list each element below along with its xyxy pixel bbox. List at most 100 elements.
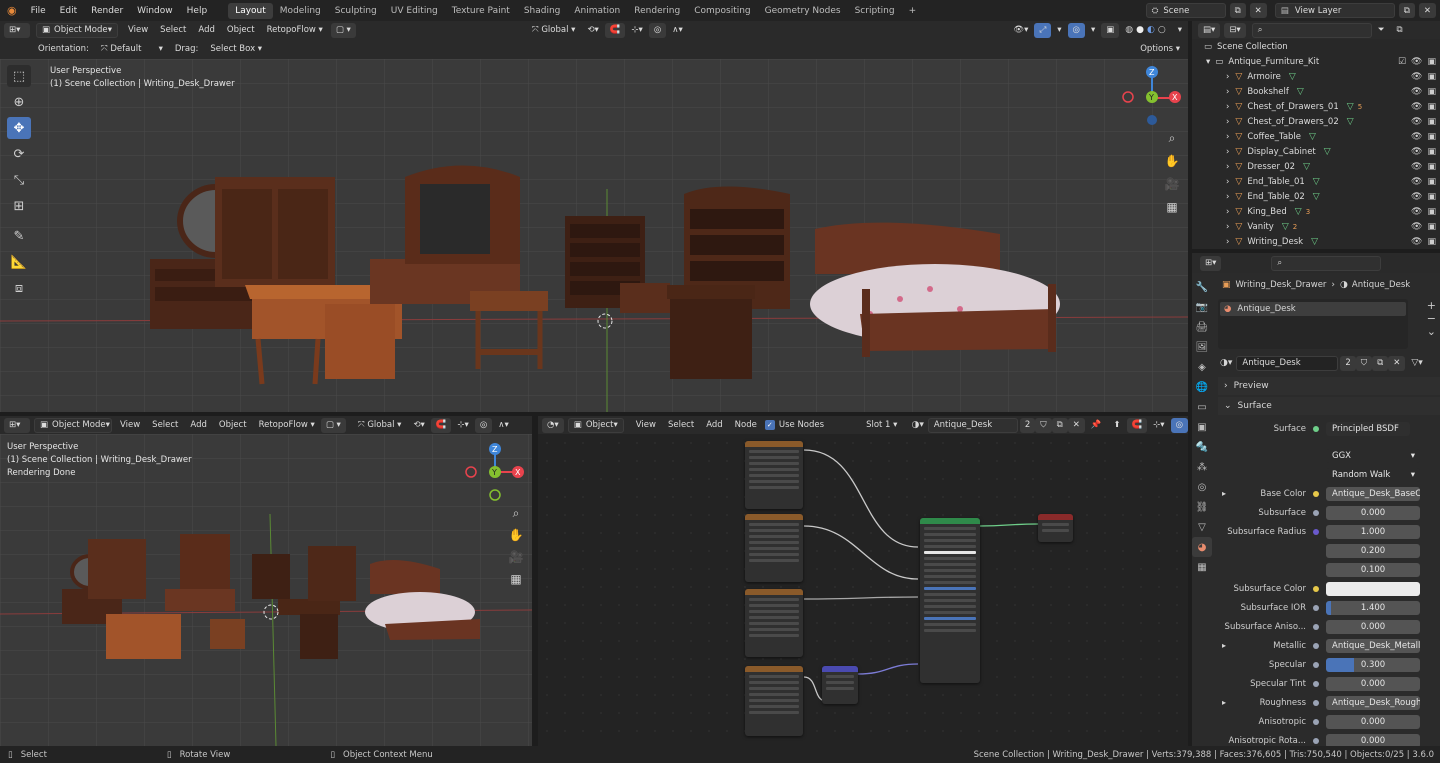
input-socket-icon[interactable] <box>1313 642 1319 649</box>
camera-render-icon[interactable]: ▣ <box>1427 117 1436 127</box>
remove-slot-icon[interactable]: − <box>1427 312 1436 325</box>
expand-arrow-icon[interactable]: › <box>1226 102 1229 112</box>
rotate-tool-icon[interactable]: ⟳ <box>7 143 31 165</box>
rendered-shading-icon[interactable]: ○ <box>1158 25 1166 35</box>
linked-texture-field[interactable]: Antique_Desk_BaseCol... <box>1326 486 1420 501</box>
tab-scripting[interactable]: Scripting <box>848 3 902 19</box>
add-cube-tool-icon[interactable]: ⧈ <box>7 277 31 299</box>
roughness-texture-node[interactable] <box>745 589 803 657</box>
bottom-proportional-icon[interactable]: ◎ <box>474 417 493 433</box>
use-nodes-toggle[interactable]: ✓ Use Nodes <box>764 420 830 430</box>
outliner-item[interactable]: › ▽ Coffee_Table ▽ 👁 ▣ <box>1192 129 1440 144</box>
bottom-snap-icon[interactable]: 🧲 <box>430 417 452 433</box>
surface-shader-field[interactable]: Principled BSDF <box>1326 421 1410 436</box>
material-slot-item[interactable]: ◕ Antique_Desk <box>1220 302 1406 316</box>
parent-node-tree-icon[interactable]: ⬆ <box>1107 420 1126 430</box>
proportional-edit-icon[interactable]: ◎ <box>648 22 667 38</box>
input-socket-icon[interactable] <box>1313 509 1319 516</box>
modifier-tab-icon[interactable]: 🔩 <box>1192 437 1212 457</box>
camera-render-icon[interactable]: ▣ <box>1427 132 1436 142</box>
zoom-icon[interactable]: ⌕ <box>1163 129 1181 147</box>
bottom-snap-settings-icon[interactable]: ⊹▾ <box>451 420 474 430</box>
tab-animation[interactable]: Animation <box>567 3 627 19</box>
node-menu-view[interactable]: View <box>630 420 662 430</box>
physics-tab-icon[interactable]: ◎ <box>1192 477 1212 497</box>
top-menu-object[interactable]: Object <box>221 25 261 35</box>
expand-arrow-icon[interactable]: › <box>1226 87 1229 97</box>
eye-icon[interactable]: 👁 <box>1411 222 1422 232</box>
outliner-item[interactable]: › ▽ Dresser_02 ▽ 👁 ▣ <box>1192 159 1440 174</box>
top-menu-select[interactable]: Select <box>154 25 192 35</box>
camera-render-icon[interactable]: ▣ <box>1427 87 1436 97</box>
bottom-zoom-icon[interactable]: ⌕ <box>507 504 525 522</box>
top-navigation-gizmo[interactable]: Z X Y <box>1118 64 1182 128</box>
principled-bsdf-node[interactable] <box>920 518 980 683</box>
slot-selector[interactable]: Slot 1 ▾ <box>860 420 907 430</box>
snap-icon[interactable]: 🧲 <box>604 22 626 38</box>
data-tab-icon[interactable]: ▽ <box>1192 517 1212 537</box>
material-datablock-users[interactable]: 2 <box>1340 355 1356 371</box>
node-menu-select[interactable]: Select <box>662 420 700 430</box>
bottom-retopoflow-menu[interactable]: RetopoFlow ▾ <box>253 420 321 430</box>
normal-map-node[interactable] <box>822 666 858 704</box>
outliner-item[interactable]: › ▽ End_Table_02 ▽ 👁 ▣ <box>1192 189 1440 204</box>
bottom-3d-viewport[interactable]: User Perspective (1) Scene Collection | … <box>0 434 532 746</box>
scene-close-button[interactable]: ✕ <box>1249 3 1267 18</box>
expand-arrow-icon[interactable]: › <box>1226 192 1229 202</box>
metallic-texture-node[interactable] <box>745 514 803 582</box>
object-tab-icon[interactable]: ▣ <box>1192 417 1212 437</box>
top-retopoflow-menu[interactable]: RetopoFlow ▾ <box>261 25 329 35</box>
outliner-item[interactable]: › ▽ Vanity ▽ 2 👁 ▣ <box>1192 219 1440 234</box>
expand-arrow-icon[interactable]: › <box>1226 72 1229 82</box>
expand-input-icon[interactable]: ▸ <box>1222 698 1226 707</box>
number-field[interactable]: 0.200 <box>1326 543 1420 558</box>
base-color-texture-node[interactable] <box>745 441 803 509</box>
scene-selector[interactable]: ⛭ Scene <box>1145 3 1226 18</box>
scene-copy-button[interactable]: ⧉ <box>1229 3 1246 18</box>
menu-window[interactable]: Window <box>130 6 180 16</box>
bottom-camera-icon[interactable]: 🎥 <box>507 548 525 566</box>
constraints-tab-icon[interactable]: ⛓ <box>1192 497 1212 517</box>
annotate-tool-icon[interactable]: ✎ <box>7 225 31 247</box>
pivot-point-icon[interactable]: ⟲▾ <box>581 25 604 35</box>
normal-texture-node[interactable] <box>745 666 803 736</box>
material-datablock-field[interactable]: Antique_Desk <box>1236 355 1339 371</box>
bottom-pivot-icon[interactable]: ⟲▾ <box>407 420 430 430</box>
camera-icon[interactable]: 🎥 <box>1163 175 1181 193</box>
gizmo-toggle-icon[interactable]: ⤢ <box>1034 22 1052 38</box>
outliner-collection[interactable]: ▾ ▭ Antique_Furniture_Kit ☑ 👁 ▣ <box>1192 54 1440 69</box>
gizmo-dropdown-icon[interactable]: ▾ <box>1051 25 1067 35</box>
checkbox-checked-icon[interactable]: ✓ <box>764 420 775 430</box>
texture-tab-icon[interactable]: ▦ <box>1192 557 1212 577</box>
expand-arrow-icon[interactable]: › <box>1226 177 1229 187</box>
material-name-field[interactable]: Antique_Desk <box>927 417 1018 433</box>
outliner-item[interactable]: › ▽ King_Bed ▽ 3 👁 ▣ <box>1192 204 1440 219</box>
expand-arrow-icon[interactable]: › <box>1226 207 1229 217</box>
camera-render-icon[interactable]: ▣ <box>1427 147 1436 157</box>
bottom-mode-selector[interactable]: ▣ Object Mode ▾ <box>34 417 112 433</box>
options-dropdown[interactable]: Options ▾ <box>1134 44 1186 54</box>
tab-modeling[interactable]: Modeling <box>273 3 328 19</box>
input-socket-icon[interactable] <box>1313 699 1319 706</box>
collection-tab-icon[interactable]: ▭ <box>1192 397 1212 417</box>
expand-arrow-icon[interactable]: › <box>1226 117 1229 127</box>
editor-type-icon[interactable]: ⊞▾ <box>4 22 30 38</box>
camera-render-icon[interactable]: ▣ <box>1427 207 1436 217</box>
distribution-dropdown[interactable]: GGX ▾ <box>1326 448 1420 463</box>
outliner-item[interactable]: › ▽ Chest_of_Drawers_01 ▽ 5 👁 ▣ <box>1192 99 1440 114</box>
view-layer-close-button[interactable]: ✕ <box>1418 3 1436 18</box>
bottom-perspective-grid-icon[interactable]: ▦ <box>507 570 525 588</box>
eye-icon[interactable]: 👁 <box>1411 207 1422 217</box>
material-browse-icon[interactable]: ◑▾ <box>1220 358 1232 368</box>
input-socket-icon[interactable] <box>1313 490 1319 497</box>
node-editor-type-icon[interactable]: ◔▾ <box>542 417 564 433</box>
expand-input-icon[interactable]: ▸ <box>1222 489 1226 498</box>
subsurface-method-dropdown[interactable]: Random Walk ▾ <box>1326 467 1420 482</box>
slider-field[interactable]: 1.400 <box>1326 600 1420 615</box>
scale-tool-icon[interactable]: ⤡ <box>7 169 31 191</box>
tool-tab-icon[interactable]: 🔧 <box>1192 277 1212 297</box>
expand-arrow-icon[interactable]: › <box>1226 132 1229 142</box>
expand-input-icon[interactable]: ▸ <box>1222 641 1226 650</box>
pin-icon[interactable]: 📌 <box>1085 420 1108 430</box>
pan-hand-icon[interactable]: ✋ <box>1163 152 1181 170</box>
